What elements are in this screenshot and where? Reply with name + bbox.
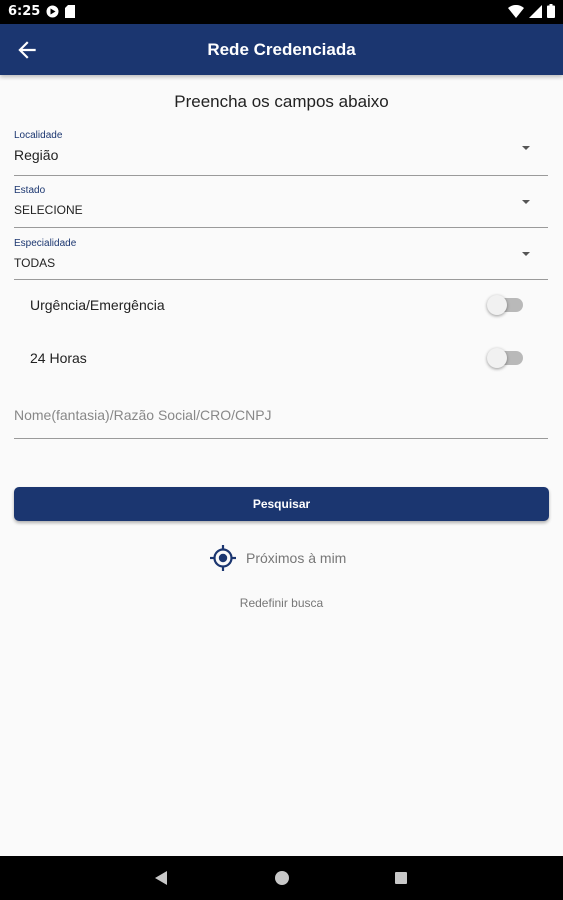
chevron-down-icon <box>522 252 530 256</box>
localidade-value: Região <box>14 147 59 163</box>
google-play-icon <box>46 5 59 18</box>
wifi-icon <box>508 4 524 18</box>
reset-search-link[interactable]: Redefinir busca <box>0 596 563 610</box>
battery-icon <box>547 4 555 18</box>
chevron-down-icon <box>522 200 530 204</box>
switch-thumb <box>487 295 507 315</box>
nav-recents-icon[interactable] <box>395 872 407 884</box>
status-bar: 6:25 <box>0 0 563 24</box>
especialidade-value: TODAS <box>14 256 56 270</box>
switch-thumb <box>487 348 507 368</box>
horas24-row: 24 Horas <box>30 344 523 374</box>
page-title: Rede Credenciada <box>207 40 356 59</box>
status-right-icons <box>508 4 555 18</box>
urgencia-label: Urgência/Emergência <box>30 297 165 313</box>
navigation-bar <box>0 856 563 900</box>
search-placeholder: Nome(fantasia)/Razão Social/CRO/CNPJ <box>14 407 272 423</box>
estado-label: Estado <box>14 185 46 196</box>
nearby-label: Próximos à mim <box>246 550 347 566</box>
nav-back-icon[interactable] <box>155 871 167 885</box>
especialidade-label: Especialidade <box>14 238 77 249</box>
sd-card-icon <box>65 5 75 18</box>
search-input[interactable]: Nome(fantasia)/Razão Social/CRO/CNPJ <box>14 397 548 439</box>
status-left-icons <box>46 5 75 18</box>
localidade-label: Localidade <box>14 130 63 141</box>
urgencia-row: Urgência/Emergência <box>30 291 523 321</box>
horas24-label: 24 Horas <box>30 350 87 366</box>
estado-value: SELECIONE <box>14 203 83 217</box>
form-instruction: Preencha os campos abaixo <box>174 92 389 111</box>
urgencia-toggle[interactable] <box>487 295 523 315</box>
estado-dropdown[interactable]: Estado SELECIONE <box>14 176 548 228</box>
status-time: 6:25 <box>8 4 41 19</box>
search-button[interactable]: Pesquisar <box>14 487 549 521</box>
chevron-down-icon <box>522 146 530 150</box>
horas24-toggle[interactable] <box>487 348 523 368</box>
nav-home-icon[interactable] <box>275 871 289 885</box>
signal-icon <box>529 4 542 18</box>
localidade-dropdown[interactable]: Localidade Região <box>14 126 548 176</box>
nearby-button[interactable]: Próximos à mim <box>209 544 346 572</box>
app-bar: Rede Credenciada <box>0 24 563 75</box>
location-target-icon <box>210 545 236 571</box>
especialidade-dropdown[interactable]: Especialidade TODAS <box>14 228 548 280</box>
